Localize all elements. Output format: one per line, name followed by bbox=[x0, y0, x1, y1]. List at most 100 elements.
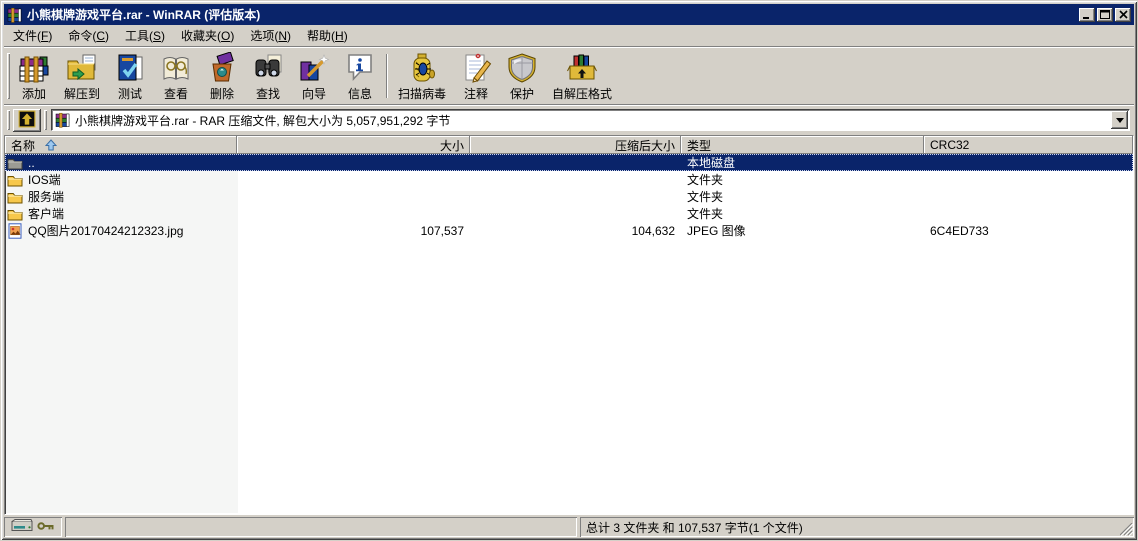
menu-item-h[interactable]: 帮助(H) bbox=[299, 24, 356, 47]
window-controls bbox=[1079, 7, 1131, 22]
column-header-3[interactable]: 类型 bbox=[681, 136, 924, 154]
wizard-icon bbox=[298, 52, 330, 84]
file-type-cell: JPEG 图像 bbox=[687, 224, 746, 238]
file-row[interactable]: QQ图片20170424212323.jpg 107,537 104,632 J… bbox=[5, 222, 1133, 239]
toolbar-button-info[interactable]: 信息 bbox=[337, 50, 383, 102]
column-header-label: 类型 bbox=[687, 138, 712, 153]
file-size-cell bbox=[237, 205, 470, 222]
folder-icon bbox=[7, 206, 23, 222]
toolbar-gripper[interactable] bbox=[7, 53, 10, 99]
menu-item-o[interactable]: 收藏夹(O) bbox=[173, 24, 242, 47]
column-header-0[interactable]: 名称 bbox=[5, 136, 237, 154]
archive-path-text: 小熊棋牌游戏平台.rar - RAR 压缩文件, 解包大小为 5,057,951… bbox=[75, 113, 451, 128]
toolbar-button-label: 添加 bbox=[21, 87, 46, 101]
toolbar-separator bbox=[386, 54, 389, 98]
file-row[interactable]: IOS端 文件夹 bbox=[5, 171, 1133, 188]
file-packed-size-cell bbox=[470, 188, 681, 205]
file-packed-size-cell bbox=[470, 154, 681, 171]
toolbar-button-label: 保护 bbox=[510, 87, 535, 101]
toolbar-button-delete[interactable]: 删除 bbox=[199, 50, 245, 102]
menu-item-f[interactable]: 文件(F) bbox=[5, 24, 60, 47]
address-bar: 小熊棋牌游戏平台.rar - RAR 压缩文件, 解包大小为 5,057,951… bbox=[4, 106, 1134, 134]
resize-grip-icon[interactable] bbox=[1119, 522, 1134, 537]
file-crc32-cell bbox=[924, 205, 1133, 222]
folder-up-icon bbox=[7, 155, 23, 171]
column-header-4[interactable]: CRC32 bbox=[924, 136, 1133, 154]
file-crc32-cell bbox=[924, 154, 1133, 171]
menu-item-s[interactable]: 工具(S) bbox=[117, 24, 173, 47]
combobox-dropdown-button[interactable] bbox=[1111, 111, 1128, 129]
toolbar-button-find[interactable]: 查找 bbox=[245, 50, 291, 102]
file-list: 名称 大小 压缩后大小 类型 CRC32 .. 本地磁盘 IOS端 文件夹 服务端 文件… bbox=[4, 135, 1134, 515]
sfx-icon bbox=[566, 52, 598, 84]
toolbar-button-label: 信息 bbox=[348, 87, 373, 101]
toolbar-button-protect[interactable]: 保护 bbox=[499, 50, 545, 102]
toolbar-button-view[interactable]: 查看 bbox=[153, 50, 199, 102]
toolbar-button-label: 查找 bbox=[256, 87, 281, 101]
toolbar-button-wizard[interactable]: 向导 bbox=[291, 50, 337, 102]
toolbar-button-virus-scan[interactable]: 扫描病毒 bbox=[391, 50, 453, 102]
add-archive-icon bbox=[18, 52, 50, 84]
column-header-2[interactable]: 压缩后大小 bbox=[470, 136, 681, 154]
view-icon bbox=[160, 52, 192, 84]
toolbar-button-label: 向导 bbox=[302, 87, 327, 101]
toolbar-button-label: 删除 bbox=[210, 87, 235, 101]
toolbar-button-test[interactable]: 测试 bbox=[107, 50, 153, 102]
column-header-label: 名称 bbox=[11, 138, 36, 153]
minimize-button[interactable] bbox=[1079, 7, 1095, 22]
column-header-1[interactable]: 大小 bbox=[237, 136, 470, 154]
file-row[interactable]: 服务端 文件夹 bbox=[5, 188, 1133, 205]
up-one-level-icon bbox=[18, 110, 36, 131]
key-icon[interactable] bbox=[37, 520, 55, 535]
file-name-cell: QQ图片20170424212323.jpg bbox=[5, 222, 237, 239]
column-header-label: 压缩后大小 bbox=[614, 138, 675, 153]
chevron-down-icon bbox=[1115, 117, 1124, 123]
file-row[interactable]: 客户端 文件夹 bbox=[5, 205, 1133, 222]
file-rows: .. 本地磁盘 IOS端 文件夹 服务端 文件夹 客户端 文件夹 QQ图片201… bbox=[5, 154, 1133, 239]
file-type-cell: 文件夹 bbox=[687, 190, 724, 204]
toolbar-button-add-archive[interactable]: 添加 bbox=[11, 50, 57, 102]
totals-text: 总计 3 文件夹 和 107,537 字节(1 个文件) bbox=[586, 520, 803, 535]
toolbar-buttons: 添加 解压到 测试 查看 删除 查找 向导 信息 扫描病毒 注释 保护 自解压格… bbox=[11, 50, 619, 102]
file-name: 服务端 bbox=[28, 190, 65, 204]
toolbar-button-label: 测试 bbox=[118, 87, 143, 101]
menu-item-c[interactable]: 命令(C) bbox=[60, 24, 117, 47]
jpeg-file-icon bbox=[7, 222, 23, 239]
file-size-cell bbox=[237, 171, 470, 188]
addressbar-gripper[interactable] bbox=[7, 110, 10, 130]
maximize-button[interactable] bbox=[1097, 7, 1113, 22]
find-icon bbox=[252, 52, 284, 84]
file-name-cell: IOS端 bbox=[5, 171, 237, 188]
file-packed-size-cell: 104,632 bbox=[631, 223, 675, 238]
column-header-label: 大小 bbox=[439, 138, 464, 153]
file-crc32-cell: 6C4ED733 bbox=[930, 223, 989, 238]
file-size-cell: 107,537 bbox=[420, 223, 464, 238]
file-name: QQ图片20170424212323.jpg bbox=[28, 224, 184, 238]
test-icon bbox=[114, 52, 146, 84]
file-packed-size-cell bbox=[470, 205, 681, 222]
combo-gripper[interactable] bbox=[44, 110, 47, 130]
archive-path-combobox[interactable]: 小熊棋牌游戏平台.rar - RAR 压缩文件, 解包大小为 5,057,951… bbox=[51, 109, 1130, 131]
toolbar-button-extract-to[interactable]: 解压到 bbox=[57, 50, 107, 102]
file-size-cell bbox=[237, 188, 470, 205]
file-name-cell: .. bbox=[5, 154, 237, 171]
toolbar-button-label: 自解压格式 bbox=[552, 87, 613, 101]
winrar-books-icon bbox=[55, 112, 71, 128]
close-button[interactable] bbox=[1115, 7, 1131, 22]
file-type-cell: 文件夹 bbox=[687, 207, 724, 221]
title-bar: 小熊棋牌游戏平台.rar - WinRAR (评估版本) bbox=[4, 4, 1134, 25]
winrar-window: 小熊棋牌游戏平台.rar - WinRAR (评估版本) 文件(F) 命令(C) 工… bbox=[0, 0, 1138, 541]
delete-icon bbox=[206, 51, 238, 84]
file-type-cell: 文件夹 bbox=[687, 173, 724, 187]
up-one-level-button[interactable] bbox=[13, 108, 41, 132]
drive-icon[interactable] bbox=[11, 518, 33, 536]
file-row[interactable]: .. 本地磁盘 bbox=[5, 154, 1133, 171]
menu-item-n[interactable]: 选项(N) bbox=[242, 24, 299, 47]
file-name: 客户端 bbox=[28, 207, 65, 221]
menu-bar: 文件(F) 命令(C) 工具(S) 收藏夹(O) 选项(N) 帮助(H) bbox=[4, 25, 1134, 46]
file-crc32-cell bbox=[924, 171, 1133, 188]
comment-icon bbox=[460, 52, 492, 84]
toolbar-button-comment[interactable]: 注释 bbox=[453, 50, 499, 102]
winrar-books-icon bbox=[7, 7, 23, 23]
toolbar-button-sfx[interactable]: 自解压格式 bbox=[545, 50, 619, 102]
